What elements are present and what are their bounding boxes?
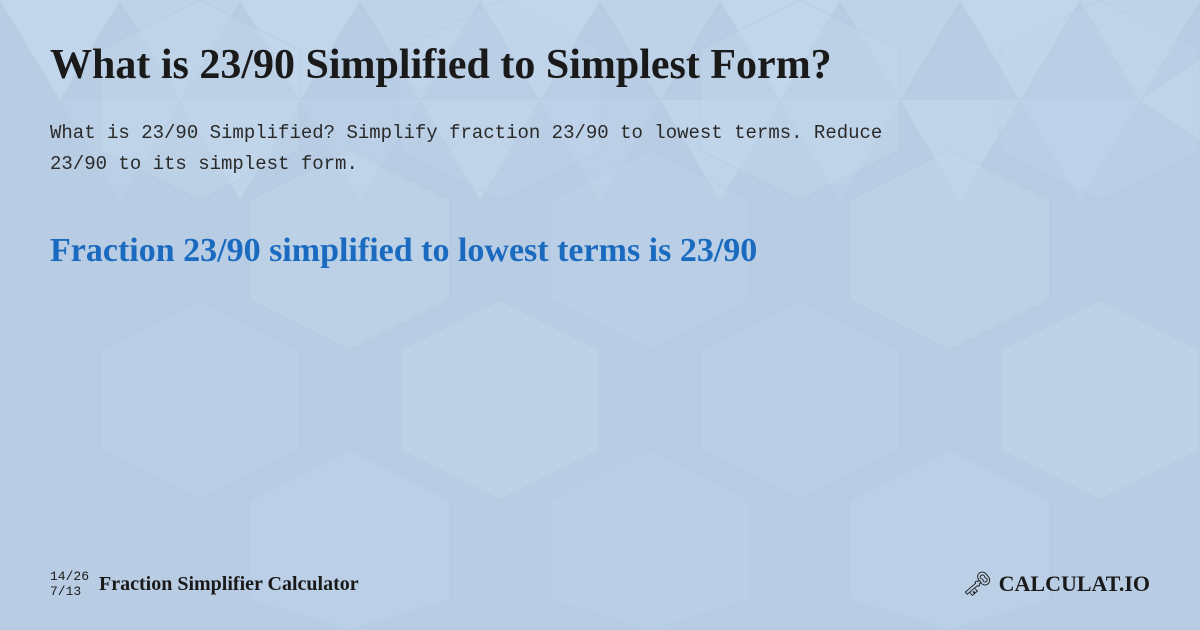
footer-fractions: 14/26 7/13 — [50, 569, 89, 600]
footer: 14/26 7/13 Fraction Simplifier Calculato… — [50, 559, 1150, 600]
page-content: What is 23/90 Simplified to Simplest For… — [0, 0, 1200, 630]
page-title: What is 23/90 Simplified to Simplest For… — [50, 40, 950, 90]
fraction-top: 14/26 — [50, 569, 89, 585]
footer-left: 14/26 7/13 Fraction Simplifier Calculato… — [50, 569, 359, 600]
result-heading: Fraction 23/90 simplified to lowest term… — [50, 229, 930, 273]
logo-text: CALCULAT.IO — [999, 571, 1150, 597]
footer-logo: 🗝 CALCULAT.IO — [962, 570, 1150, 599]
key-icon: 🗝 — [962, 570, 992, 599]
main-section: What is 23/90 Simplified to Simplest For… — [50, 40, 1150, 559]
footer-brand-label: Fraction Simplifier Calculator — [99, 573, 359, 596]
page-description: What is 23/90 Simplified? Simplify fract… — [50, 118, 910, 179]
fraction-bottom: 7/13 — [50, 584, 89, 600]
